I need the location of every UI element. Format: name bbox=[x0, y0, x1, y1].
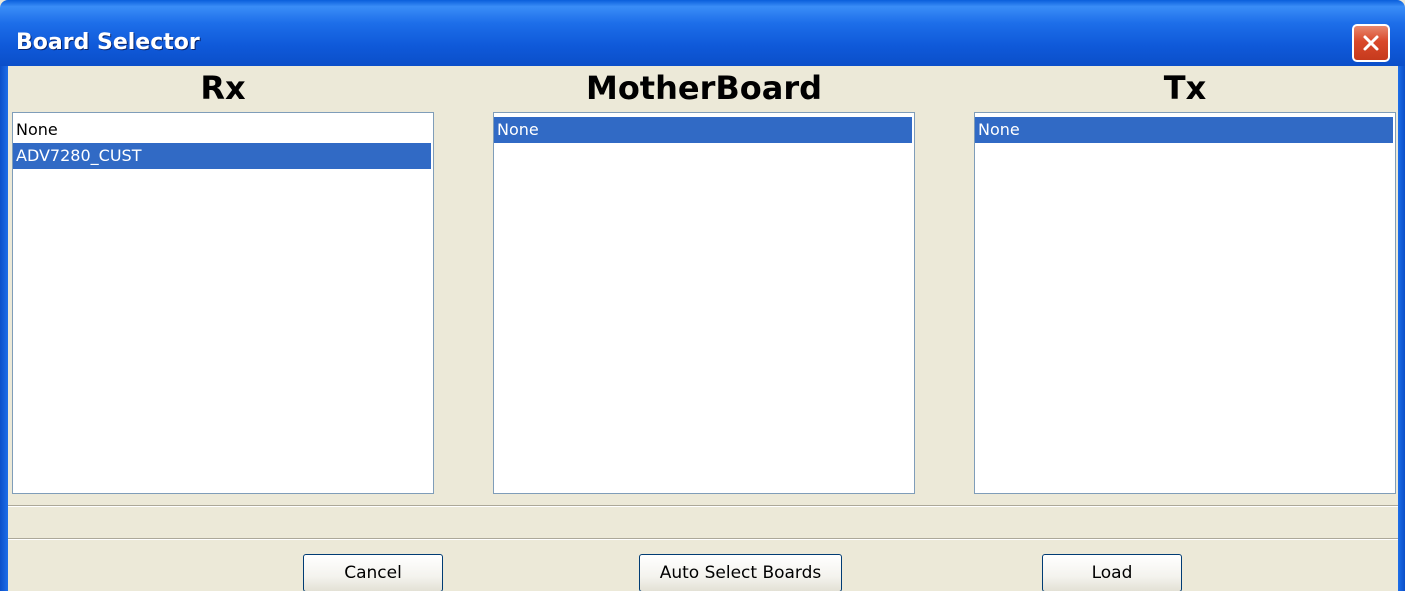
rx-column-title: Rx bbox=[200, 69, 246, 107]
load-button[interactable]: Load bbox=[1042, 554, 1182, 591]
window-frame-left bbox=[0, 66, 8, 591]
list-item[interactable]: None bbox=[13, 117, 431, 143]
close-icon bbox=[1361, 33, 1381, 53]
board-selector-window: Board Selector Rx None ADV7280_CUST Moth… bbox=[0, 0, 1405, 591]
window-frame-right bbox=[1398, 66, 1405, 591]
motherboard-listbox[interactable]: None bbox=[493, 112, 915, 494]
list-item[interactable]: None bbox=[494, 117, 912, 143]
motherboard-column-title: MotherBoard bbox=[585, 69, 823, 107]
window-title: Board Selector bbox=[16, 30, 200, 55]
tx-listbox[interactable]: None bbox=[974, 112, 1396, 494]
rx-listbox[interactable]: None ADV7280_CUST bbox=[12, 112, 434, 494]
close-button[interactable] bbox=[1352, 24, 1390, 62]
list-item[interactable]: None bbox=[975, 117, 1393, 143]
divider bbox=[8, 505, 1398, 507]
cancel-button[interactable]: Cancel bbox=[303, 554, 443, 591]
title-bar[interactable]: Board Selector bbox=[0, 0, 1405, 66]
list-item[interactable]: ADV7280_CUST bbox=[13, 143, 431, 169]
auto-select-boards-button[interactable]: Auto Select Boards bbox=[639, 554, 842, 591]
tx-column-title: Tx bbox=[1163, 69, 1207, 107]
divider bbox=[8, 538, 1398, 540]
